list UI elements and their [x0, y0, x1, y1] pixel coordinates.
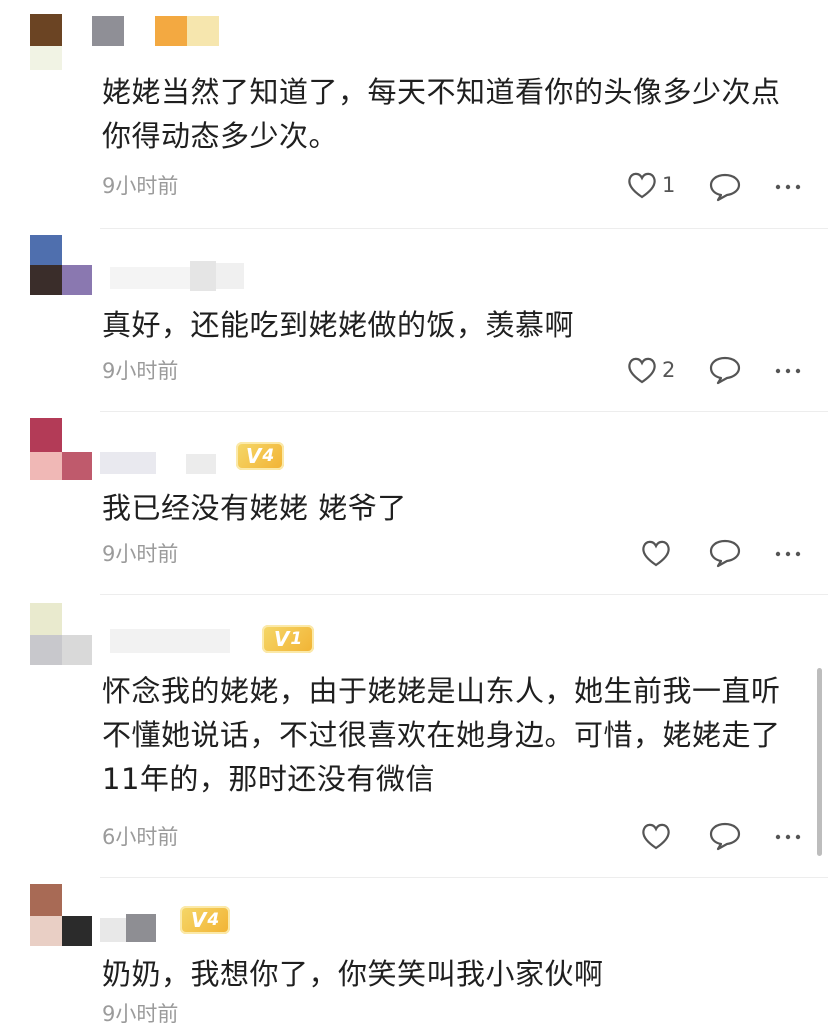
- comment-text: 我已经没有姥姥 姥爷了: [102, 491, 407, 525]
- heart-outline-icon: [642, 823, 670, 850]
- comment-time: 9小时前: [102, 359, 179, 383]
- reply-button[interactable]: [708, 821, 742, 851]
- more-button[interactable]: [774, 832, 802, 842]
- like-button[interactable]: 2: [626, 355, 675, 385]
- reply-button[interactable]: [708, 172, 742, 202]
- reply-button[interactable]: [708, 355, 742, 385]
- more-button[interactable]: [774, 366, 802, 376]
- comment-text: 姥姥当然了知道了，每天不知道看你的头像多少次点你得动态多少次。: [102, 75, 781, 153]
- speech-bubble-icon: [709, 822, 741, 851]
- more-dots-icon: [775, 368, 801, 374]
- comment-item: V1 怀念我的姥姥，由于姥姥是山东人，她生前我一直听不懂她说话，不过很喜欢在她身…: [0, 595, 828, 877]
- speech-bubble-icon: [709, 539, 741, 568]
- more-button[interactable]: [774, 549, 802, 559]
- comment-time: 9小时前: [102, 174, 179, 198]
- scrollbar[interactable]: [817, 668, 822, 856]
- comment-time: 9小时前: [102, 542, 179, 566]
- comment-item: 姥姥当然了知道了，每天不知道看你的头像多少次点你得动态多少次。 9小时前 1: [0, 0, 828, 228]
- speech-bubble-icon: [709, 356, 741, 385]
- reply-button[interactable]: [708, 538, 742, 568]
- level-badge: V4: [180, 906, 230, 934]
- speech-bubble-icon: [709, 173, 741, 202]
- like-count: 2: [662, 358, 676, 382]
- level-badge: V4: [236, 442, 284, 470]
- heart-outline-icon: [628, 357, 656, 384]
- comment-text: 怀念我的姥姥，由于姥姥是山东人，她生前我一直听不懂她说话，不过很喜欢在她身边。可…: [102, 674, 781, 796]
- like-button[interactable]: 1: [626, 170, 675, 200]
- more-dots-icon: [775, 184, 801, 190]
- more-dots-icon: [775, 551, 801, 557]
- comment-item: V4 奶奶，我想你了，你笑笑叫我小家伙啊 9小时前: [0, 878, 828, 1026]
- comment-item: V4 我已经没有姥姥 姥爷了 9小时前: [0, 412, 828, 594]
- heart-outline-icon: [628, 172, 656, 199]
- like-count: 1: [662, 173, 676, 197]
- comment-text: 真好，还能吃到姥姥做的饭，羡慕啊: [102, 308, 575, 342]
- comment-text: 奶奶，我想你了，你笑笑叫我小家伙啊: [102, 957, 604, 991]
- level-badge: V1: [262, 625, 314, 653]
- comment-time: 9小时前: [102, 1002, 179, 1026]
- like-button[interactable]: [640, 538, 672, 568]
- more-button[interactable]: [774, 182, 802, 192]
- more-dots-icon: [775, 834, 801, 840]
- like-button[interactable]: [640, 821, 672, 851]
- comment-time: 6小时前: [102, 825, 179, 849]
- comment-item: 真好，还能吃到姥姥做的饭，羡慕啊 9小时前 2: [0, 229, 828, 411]
- heart-outline-icon: [642, 540, 670, 567]
